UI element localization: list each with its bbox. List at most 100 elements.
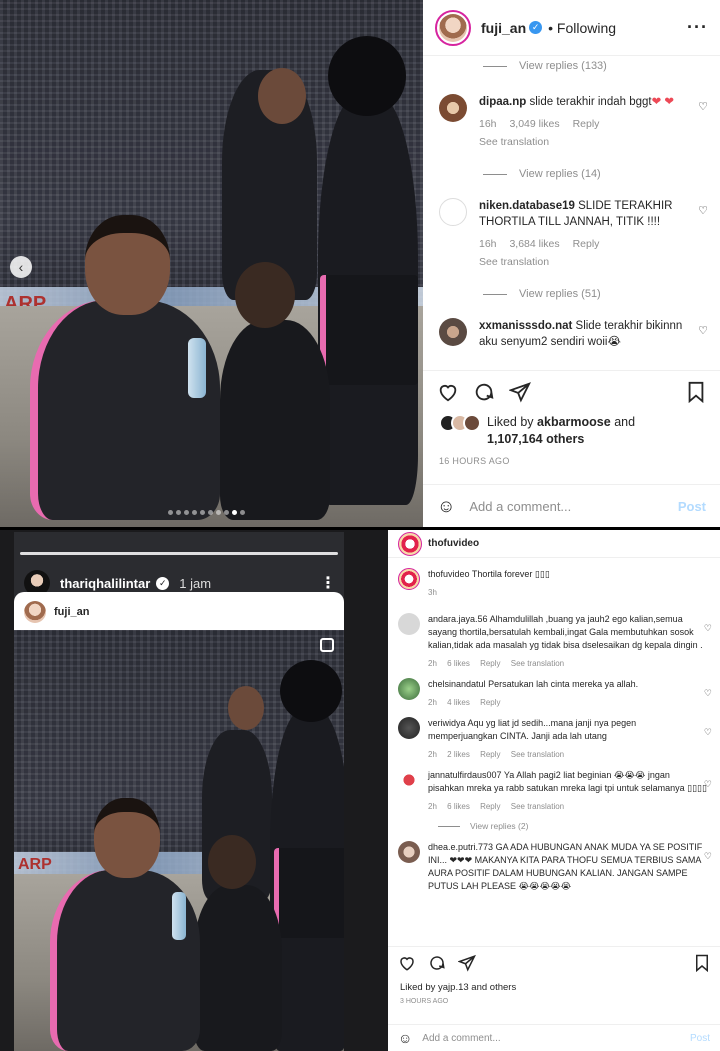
- story-username[interactable]: thariqhalilintar: [60, 576, 150, 591]
- multiple-photos-icon: [320, 638, 334, 652]
- reply-button[interactable]: Reply: [480, 659, 500, 668]
- commenter-avatar[interactable]: [398, 678, 420, 700]
- like-heart-icon[interactable]: ♡: [704, 851, 712, 862]
- view-replies-link[interactable]: View replies (133): [483, 56, 708, 76]
- comment-username[interactable]: dhea.e.putri.773: [428, 842, 493, 852]
- top-post: ARP ‹ fuji_an ✓ • Following ··· View rep…: [0, 0, 720, 527]
- view-replies-link[interactable]: View replies (14): [483, 164, 708, 184]
- like-heart-icon[interactable]: ♡: [704, 623, 712, 634]
- comment-username[interactable]: jannatulfirdaus007: [428, 770, 502, 780]
- comment-likes[interactable]: 4 likes: [447, 698, 470, 707]
- shared-post-photo[interactable]: ARP: [14, 630, 344, 1051]
- player-head-back: [228, 686, 264, 730]
- prev-slide-arrow-icon[interactable]: ‹: [10, 256, 32, 278]
- story-ring[interactable]: [435, 9, 471, 46]
- comments-list: thofuvideo Thortila forever ▯▯▯ 3h andar…: [388, 568, 720, 968]
- see-translation-link[interactable]: See translation: [479, 134, 689, 150]
- reply-button[interactable]: Reply: [573, 118, 600, 130]
- comment-likes[interactable]: 3,049 likes: [509, 118, 559, 130]
- liked-others-count[interactable]: 1,107,164 others: [487, 432, 584, 446]
- like-heart-icon[interactable]: ♡: [698, 324, 708, 337]
- comment-bubble-icon[interactable]: [473, 381, 495, 403]
- add-comment-input[interactable]: Add a comment...: [422, 1033, 500, 1044]
- commenter-avatar[interactable]: [439, 198, 467, 226]
- comment-username[interactable]: dipaa.np: [479, 96, 526, 108]
- caption-username[interactable]: thofuvideo: [428, 569, 470, 579]
- emoji-smiley-icon[interactable]: ☺: [437, 496, 455, 517]
- liked-prefix: Liked by: [487, 415, 534, 429]
- post-username[interactable]: fuji_an: [481, 20, 526, 36]
- comment-text: Persatukan lah cinta mereka ya allah.: [488, 679, 639, 689]
- post-photo[interactable]: ARP ‹: [0, 0, 423, 527]
- commenter-avatar[interactable]: [398, 769, 420, 791]
- see-translation-link[interactable]: See translation: [479, 254, 689, 270]
- comment-item: dipaa.np slide terakhir indah bggt❤ ❤ 16…: [439, 94, 708, 150]
- like-heart-icon[interactable]: [398, 954, 416, 972]
- share-paper-plane-icon[interactable]: [509, 381, 531, 403]
- like-heart-icon[interactable]: ♡: [698, 204, 708, 217]
- story-screenshot: thariqhalilintar ✓ 1 jam ⋮ fuji_an ARP: [0, 530, 388, 1051]
- comment-likes[interactable]: 6 likes: [447, 659, 470, 668]
- shared-post-sticker[interactable]: fuji_an: [14, 592, 344, 632]
- reply-button[interactable]: Reply: [480, 802, 500, 811]
- comment-meta: 2h 6 likes Reply See translation: [428, 657, 708, 670]
- see-translation-link[interactable]: See translation: [511, 802, 564, 811]
- comment-meta: 2h 6 likes Reply See translation: [428, 800, 708, 813]
- see-translation-link[interactable]: See translation: [511, 750, 564, 759]
- share-paper-plane-icon[interactable]: [458, 954, 476, 972]
- woman-hair: [280, 660, 342, 722]
- post-side-panel: fuji_an ✓ • Following ··· View replies (…: [423, 0, 720, 527]
- view-replies-link[interactable]: View replies (51): [483, 284, 708, 304]
- comment-username[interactable]: chelsinandatul: [428, 679, 486, 689]
- commenter-avatar[interactable]: [439, 318, 467, 346]
- comment-item: xxmanisssdo.nat Slide terakhir bikinnn a…: [439, 318, 708, 350]
- man-head: [94, 798, 160, 878]
- like-heart-icon[interactable]: [437, 381, 459, 403]
- comment-time: 2h: [428, 802, 437, 811]
- commenter-avatar[interactable]: [398, 717, 420, 739]
- comment-likes[interactable]: 6 likes: [447, 802, 470, 811]
- like-heart-icon[interactable]: ♡: [704, 688, 712, 699]
- add-comment-input[interactable]: Add a comment...: [469, 499, 571, 514]
- like-heart-icon[interactable]: ♡: [698, 100, 708, 113]
- story-progress-bar: [20, 552, 338, 555]
- liked-by-user[interactable]: akbarmoose: [537, 415, 611, 429]
- bookmark-icon[interactable]: [694, 954, 710, 972]
- more-options-icon[interactable]: ···: [687, 17, 708, 38]
- liked-by-text[interactable]: Liked by yajp.13 and others: [400, 982, 516, 993]
- reply-button[interactable]: Reply: [480, 698, 500, 707]
- post-comment-button[interactable]: Post: [690, 1033, 710, 1044]
- see-translation-link[interactable]: See translation: [511, 659, 564, 668]
- commenter-avatar[interactable]: [398, 841, 420, 863]
- account-logo-avatar[interactable]: [398, 531, 422, 556]
- sticker-username[interactable]: fuji_an: [54, 606, 89, 618]
- post-actions-bar: [423, 370, 720, 412]
- commenter-avatar[interactable]: [439, 94, 467, 122]
- reply-button[interactable]: Reply: [573, 238, 600, 250]
- comment-username[interactable]: niken.database19: [479, 200, 575, 212]
- bottom-post-panel: thofuvideo thofuvideo Thortila forever ▯…: [388, 530, 720, 1051]
- post-comment-button[interactable]: Post: [678, 499, 706, 514]
- bookmark-icon[interactable]: [686, 381, 706, 403]
- comment-username[interactable]: andara.jaya.56: [428, 614, 488, 624]
- comment-item: jannatulfirdaus007 Ya Allah pagi2 liat b…: [398, 769, 712, 813]
- comment-username[interactable]: xxmanisssdo.nat: [479, 320, 572, 332]
- comment-likes[interactable]: 3,684 likes: [509, 238, 559, 250]
- follow-status-label: Following: [556, 19, 617, 36]
- follow-status[interactable]: • Following: [548, 20, 616, 36]
- comment-meta: 2h 4 likes Reply: [428, 696, 708, 709]
- reply-button[interactable]: Reply: [480, 750, 500, 759]
- account-logo-avatar[interactable]: [398, 568, 420, 590]
- post-username[interactable]: thofuvideo: [428, 538, 479, 549]
- like-heart-icon[interactable]: ♡: [704, 727, 712, 738]
- liked-and: and: [614, 415, 636, 429]
- view-replies-link[interactable]: View replies (2): [438, 821, 712, 831]
- emoji-smiley-icon[interactable]: ☺: [398, 1030, 412, 1046]
- comment-bubble-icon[interactable]: [428, 954, 446, 972]
- comment-username[interactable]: veriwidya: [428, 718, 466, 728]
- comment-likes[interactable]: 2 likes: [447, 750, 470, 759]
- more-options-icon[interactable]: ⋮: [320, 573, 336, 593]
- commenter-avatar[interactable]: [398, 613, 420, 635]
- like-heart-icon[interactable]: ♡: [704, 779, 712, 790]
- verified-badge-icon: ✓: [529, 21, 543, 34]
